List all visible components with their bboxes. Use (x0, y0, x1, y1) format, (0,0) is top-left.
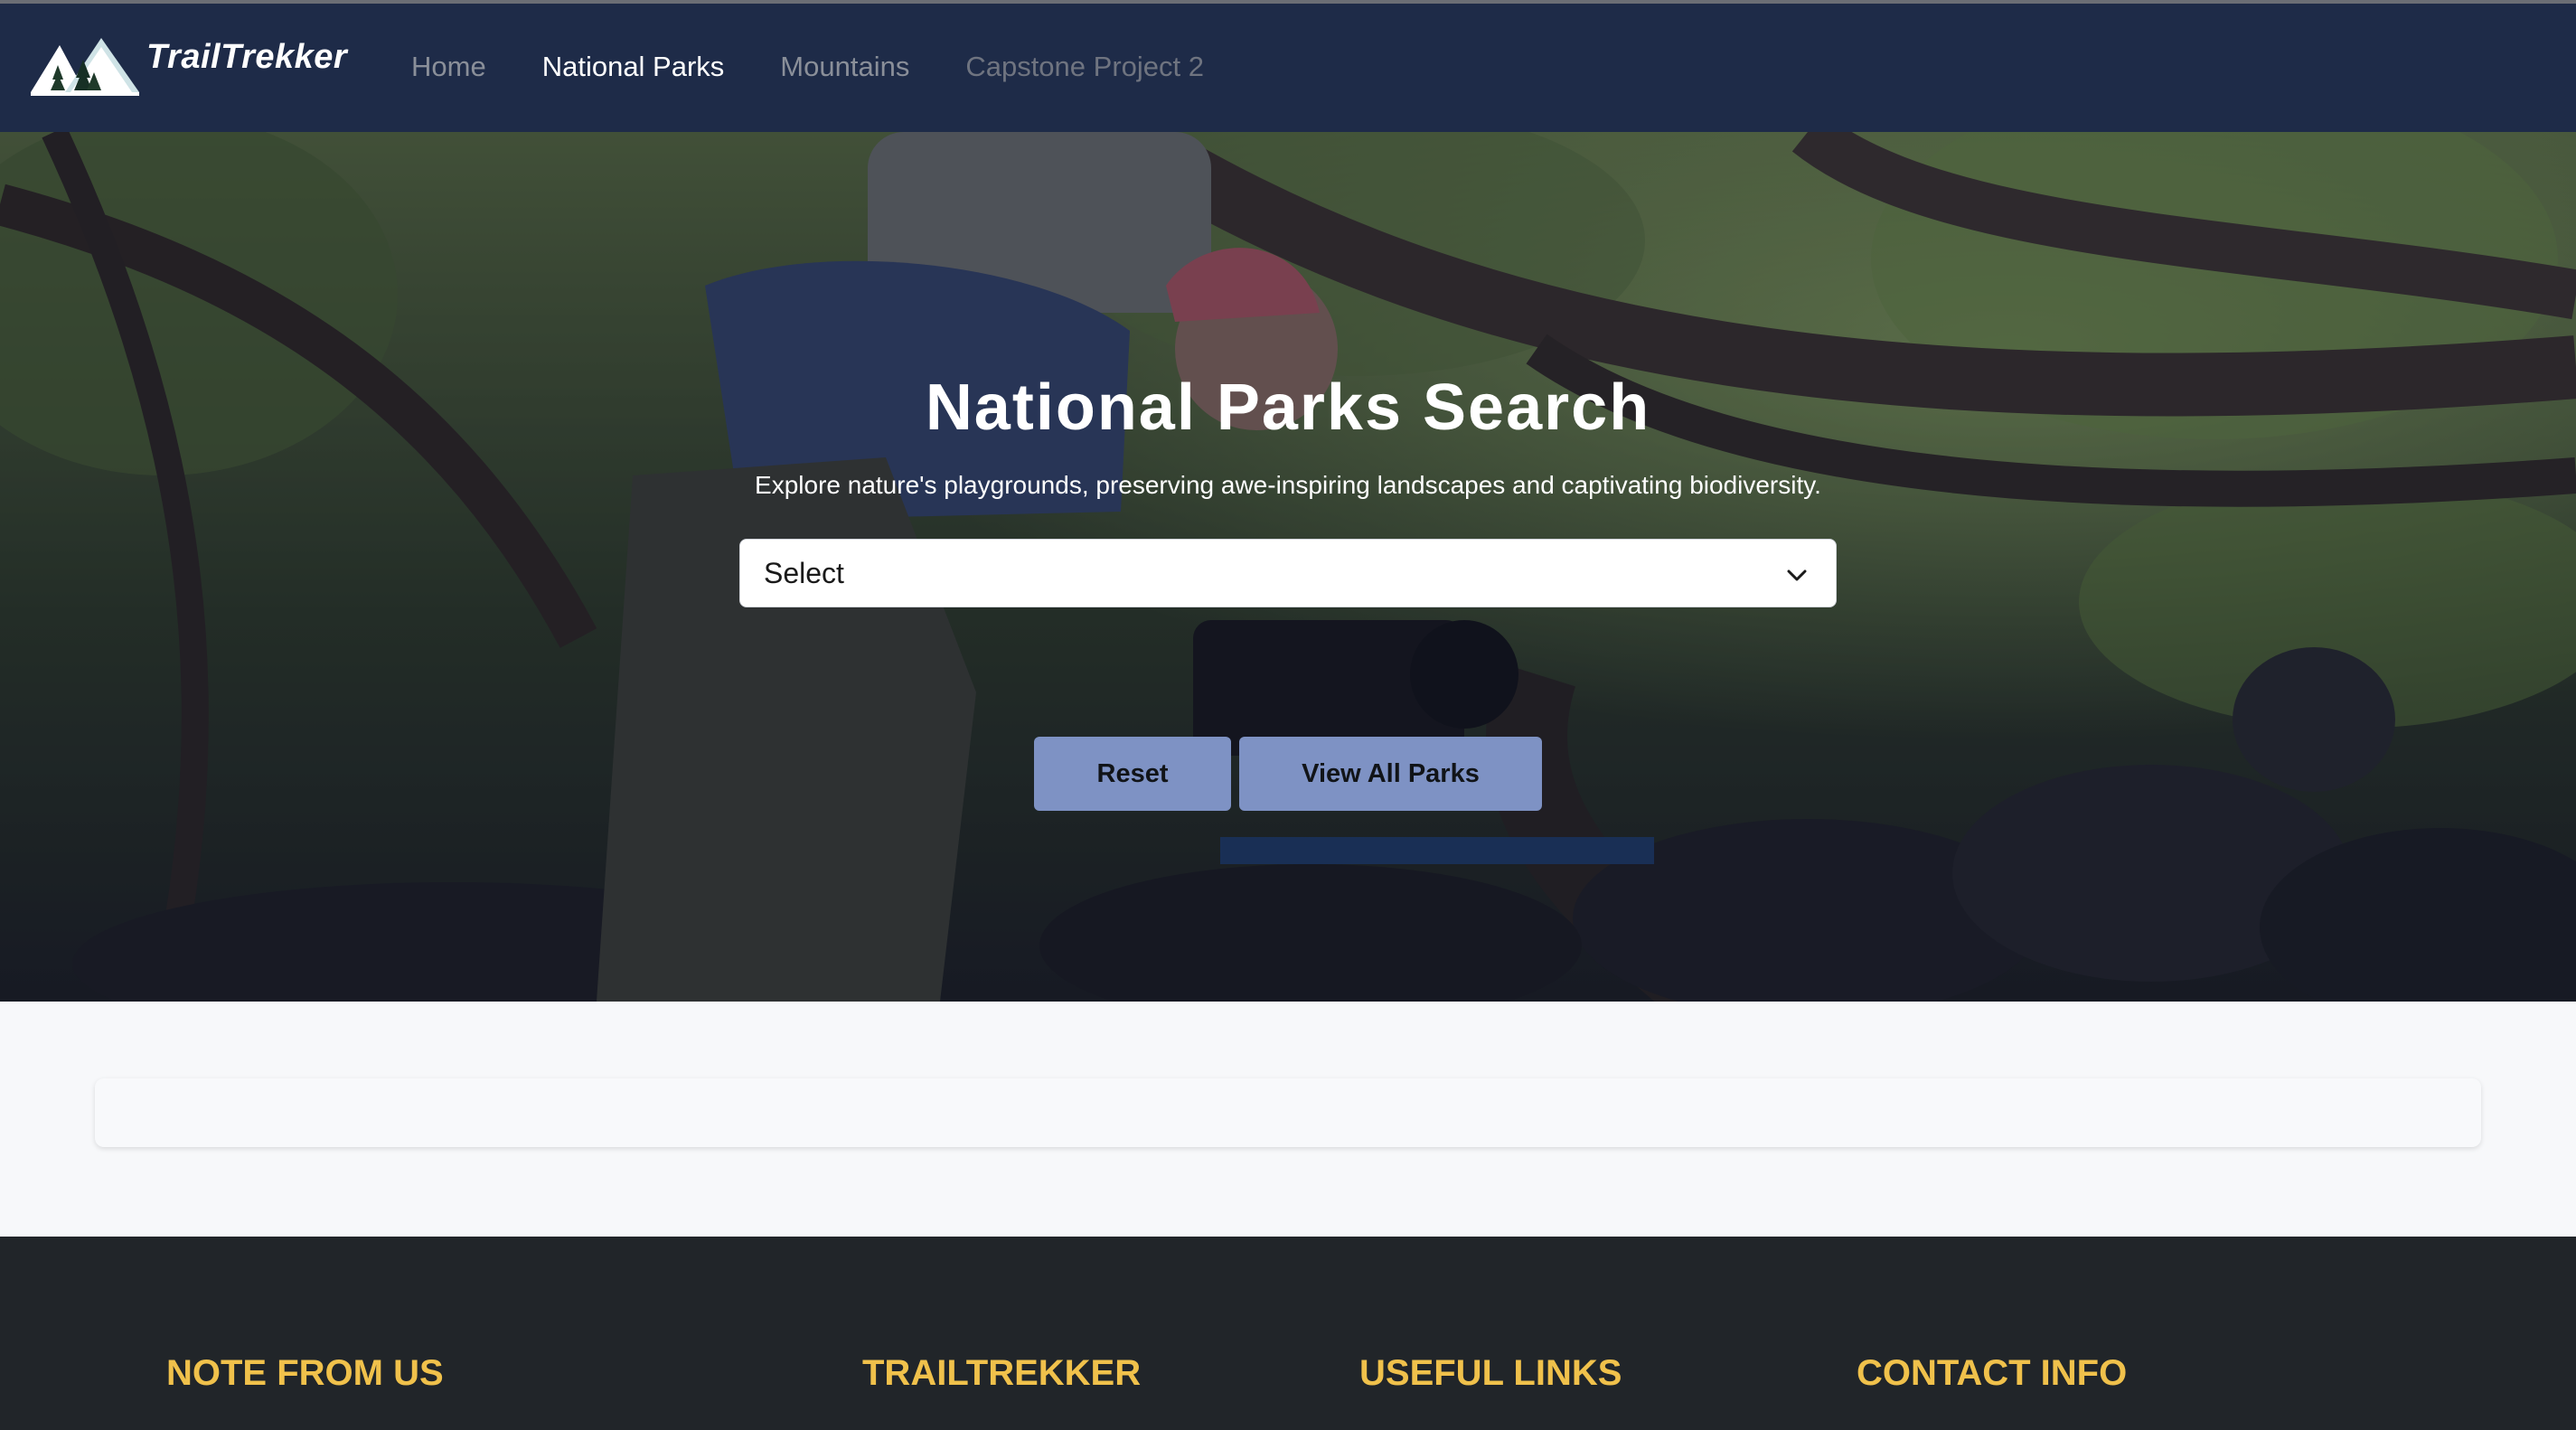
nav-link-national-parks[interactable]: National Parks (542, 51, 725, 83)
footer-heading-contact-info: CONTACT INFO (1857, 1353, 2128, 1393)
footer-heading-trailtrekker: TRAILTREKKER (862, 1353, 1142, 1393)
reset-button[interactable]: Reset (1034, 737, 1231, 811)
results-section (0, 1002, 2576, 1237)
mountains-trees-logo-icon (31, 38, 139, 96)
navbar: TrailTrekker Home National Parks Mountai… (0, 4, 2576, 132)
select-value: Select (764, 556, 844, 589)
footer: NOTE FROM US TRAILTREKKER USEFUL LINKS C… (0, 1237, 2576, 1430)
view-all-parks-button[interactable]: View All Parks (1239, 737, 1542, 811)
nav-link-capstone-project[interactable]: Capstone Project 2 (965, 51, 1204, 83)
nav-links: Home National Parks Mountains Capstone P… (411, 51, 1260, 83)
nav-link-home[interactable]: Home (411, 51, 486, 83)
brand[interactable]: TrailTrekker (29, 38, 347, 101)
results-card (95, 1078, 2481, 1147)
brand-name: TrailTrekker (146, 37, 348, 76)
page-subtitle: Explore nature's playgrounds, preserving… (755, 471, 1821, 499)
chevron-down-icon (1787, 569, 1807, 581)
nav-link-mountains[interactable]: Mountains (780, 51, 909, 83)
footer-heading-note-from-us: NOTE FROM US (166, 1353, 444, 1393)
page-title: National Parks Search (925, 372, 1651, 444)
hero-section: National Parks Search Explore nature's p… (0, 132, 2576, 1002)
footer-heading-useful-links: USEFUL LINKS (1359, 1353, 1622, 1393)
park-select-dropdown[interactable]: Select (739, 539, 1837, 607)
